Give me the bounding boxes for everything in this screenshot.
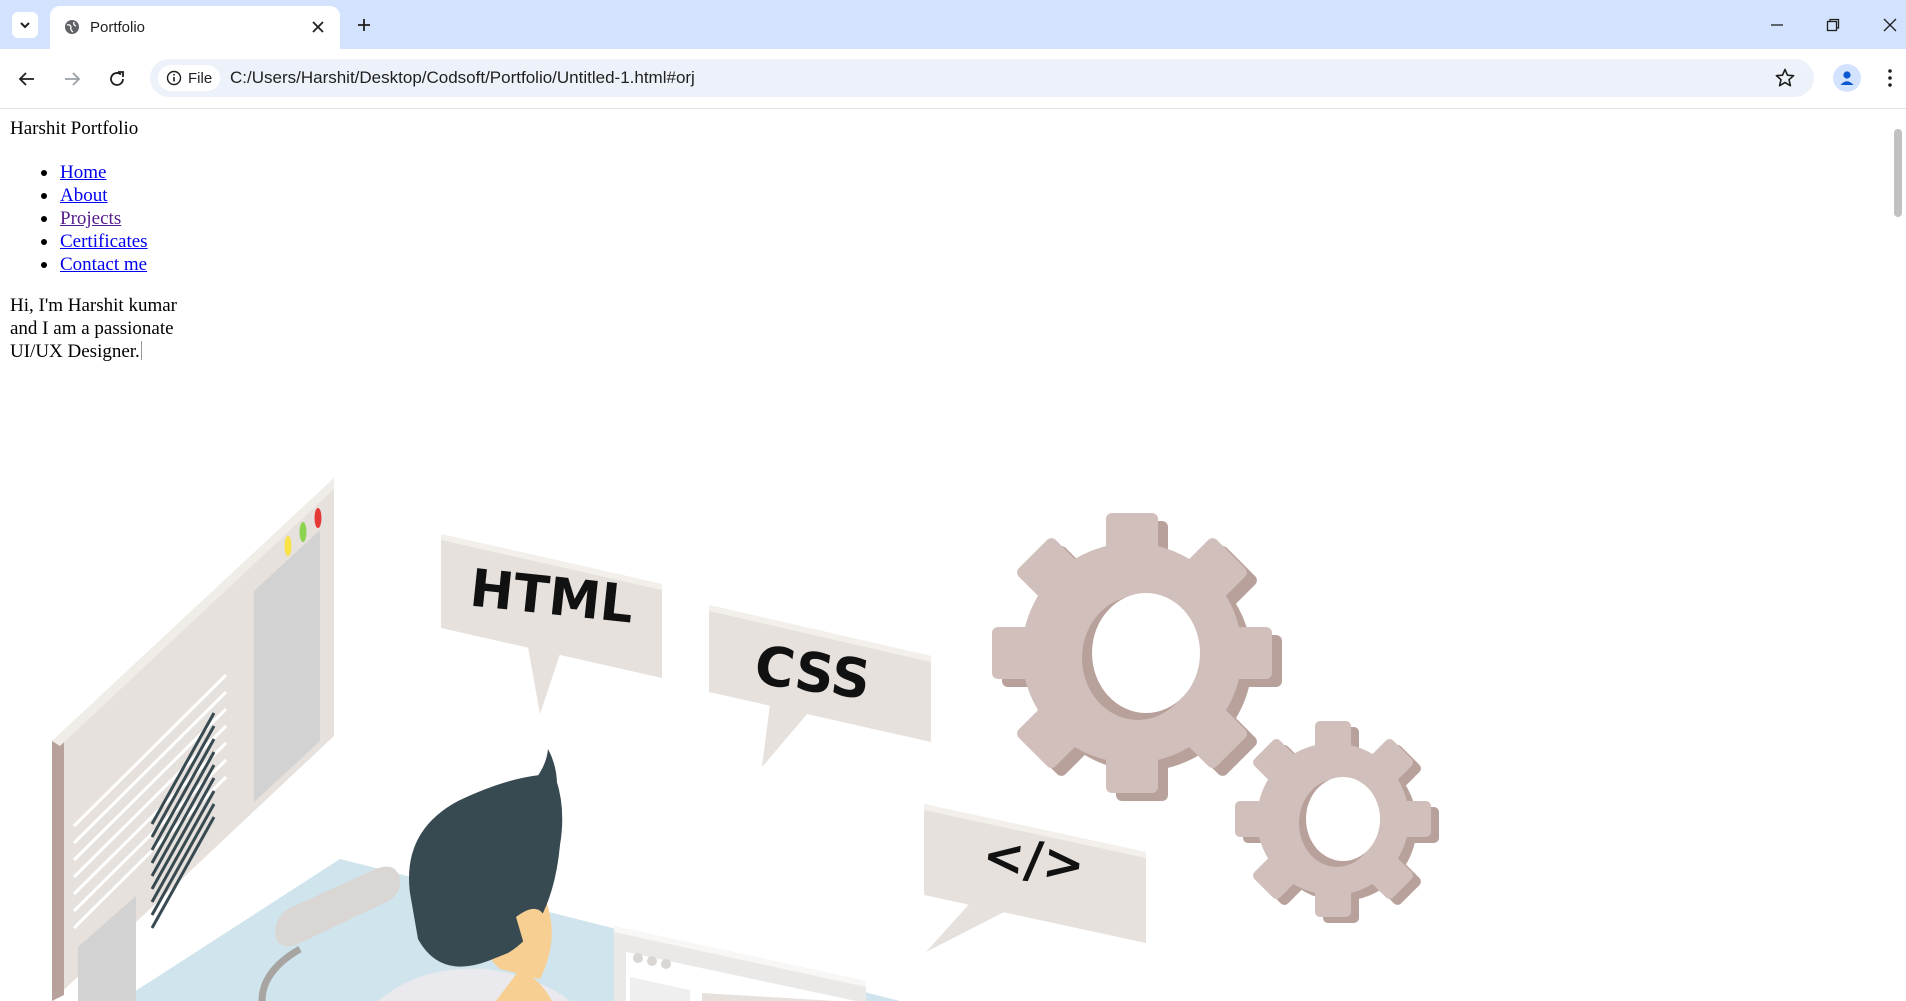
nav-item: Home (41, 161, 148, 184)
minimize-icon[interactable] (1764, 12, 1790, 38)
more-menu-icon[interactable] (1882, 65, 1898, 91)
laptop-illustration (614, 926, 866, 1001)
gear-large-icon (992, 513, 1282, 801)
main-nav: Home About Projects Certificates Contact… (41, 161, 148, 276)
plus-icon[interactable] (352, 13, 376, 37)
site-info-chip[interactable]: File (158, 65, 220, 91)
url-text[interactable]: C:/Users/Harshit/Desktop/Codsoft/Portfol… (230, 68, 695, 88)
text-cursor (140, 341, 142, 360)
site-brand: Harshit Portfolio (10, 118, 139, 139)
nav-link-projects[interactable]: Projects (60, 208, 121, 229)
html-bubble: HTML (441, 534, 662, 714)
web-page-viewport: HTML CSS </> Harshit Portfolio Home Abou… (0, 109, 1906, 1001)
page-scrollbar[interactable] (1888, 109, 1906, 1001)
hero-illustration: HTML CSS </> (52, 478, 1439, 1001)
code-bubble: </> (924, 804, 1146, 952)
forward-icon[interactable] (58, 65, 86, 93)
browser-toolbar: File C:/Users/Harshit/Desktop/Codsoft/Po… (0, 49, 1906, 109)
restore-icon[interactable] (1820, 12, 1846, 38)
hero-text: Hi, I'm Harshit kumar and I am a passion… (10, 295, 178, 362)
css-bubble: CSS (709, 605, 931, 767)
reload-icon[interactable] (103, 65, 131, 93)
globe-icon (64, 19, 80, 35)
profile-icon[interactable] (1833, 64, 1861, 92)
nav-link-certificates[interactable]: Certificates (60, 231, 148, 252)
close-icon[interactable] (308, 17, 328, 37)
nav-link-about[interactable]: About (60, 185, 108, 206)
address-bar[interactable]: File C:/Users/Harshit/Desktop/Codsoft/Po… (150, 59, 1814, 97)
nav-item: Certificates (41, 230, 148, 253)
site-info-label: File (188, 69, 213, 87)
hero-intro: Hi, I'm Harshit kumar and I am a passion… (10, 294, 200, 363)
nav-link-home[interactable]: Home (60, 162, 106, 183)
window-close-icon[interactable] (1877, 12, 1903, 38)
code-bubble-text: </> (980, 826, 1088, 894)
info-icon (166, 70, 182, 86)
star-icon[interactable] (1774, 67, 1796, 89)
scrollbar-thumb[interactable] (1894, 129, 1902, 217)
tab-title: Portfolio (90, 19, 146, 36)
nav-link-contact[interactable]: Contact me (60, 254, 147, 275)
browser-tab[interactable]: Portfolio (50, 6, 340, 49)
nav-item: Projects (41, 207, 148, 230)
nav-item: About (41, 184, 148, 207)
tab-list-icon[interactable] (12, 12, 38, 38)
gear-small-icon (1235, 721, 1439, 923)
back-icon[interactable] (13, 65, 41, 93)
nav-item: Contact me (41, 253, 148, 276)
portfolio-page: HTML CSS </> Harshit Portfolio Home Abou… (0, 109, 1888, 1001)
tab-strip: Portfolio (0, 0, 1906, 49)
